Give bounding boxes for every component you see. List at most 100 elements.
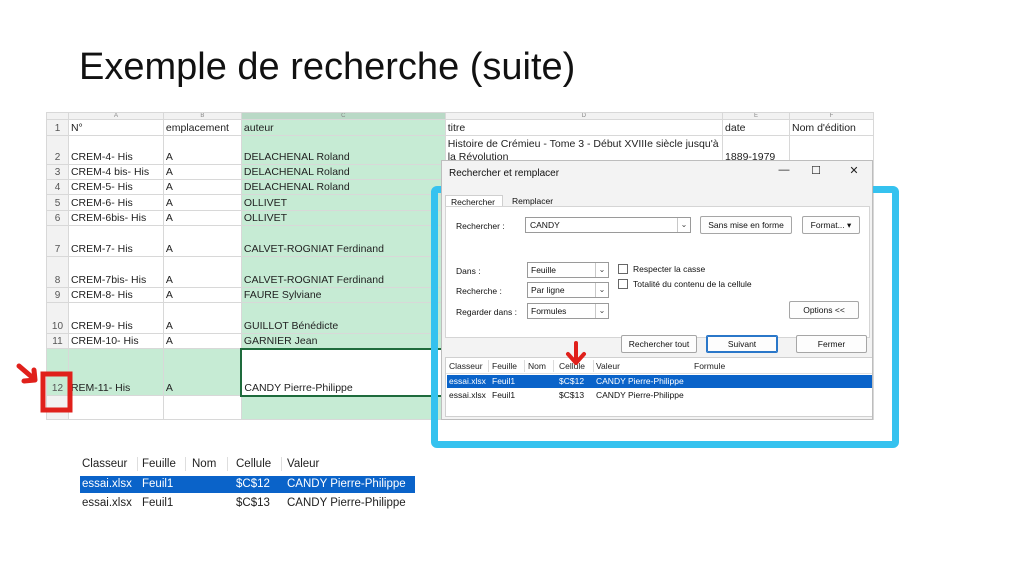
cell[interactable]: A [162,287,242,303]
close-button[interactable]: Fermer [796,335,867,353]
cell[interactable]: CREM-10- His [67,333,164,349]
cell[interactable]: A [162,348,242,396]
cell[interactable]: GARNIER Jean [240,333,446,349]
column-header-a[interactable]: A [67,112,164,120]
no-format-button[interactable]: Sans mise en forme [700,216,792,234]
cell[interactable]: CALVET-ROGNIAT Ferdinand [240,256,446,288]
cell[interactable]: CREM-6- His [67,194,164,211]
cell[interactable]: A [162,210,242,226]
cell[interactable]: titre [444,119,724,136]
row-header[interactable]: 10 [46,302,69,334]
cell[interactable]: A [162,333,242,349]
row-header[interactable]: 7 [46,225,69,257]
options-button[interactable]: Options << [789,301,859,319]
cell[interactable]: auteur [240,119,446,136]
within-select[interactable]: Feuille ⌄ [527,262,609,278]
cell[interactable]: A [162,302,242,334]
header-divider [524,360,525,372]
row-header[interactable]: 2 [46,135,69,165]
cell[interactable]: Nom d'édition [789,119,874,136]
cell[interactable]: DELACHENAL Roland [240,135,446,165]
maximize-icon[interactable]: ☐ [808,164,824,177]
cell[interactable]: CREM-4- His [67,135,164,165]
cell[interactable]: CREM-8- His [67,287,164,303]
column-header-d[interactable]: D [444,112,724,120]
header-divider [281,457,282,471]
corner-cell[interactable] [46,112,69,120]
cell[interactable]: A [162,179,242,195]
search-pane: Rechercher : CANDY ⌄ Sans mise en forme … [445,206,870,338]
zoom-header-cellule: Cellule [236,458,272,470]
cell[interactable]: A [162,256,242,288]
active-cell[interactable]: CANDY Pierre-Philippe [240,347,447,397]
cell[interactable]: CREM-5- His [67,179,164,195]
row-header[interactable]: 4 [46,179,69,195]
cell[interactable] [240,395,446,420]
cell[interactable]: REM-11- His [67,348,164,396]
list-item[interactable]: essai.xlsx Feuil1 $C$13 CANDY Pierre-Phi… [447,389,872,402]
row-header[interactable]: 5 [46,194,69,211]
cell[interactable]: CREM-7- His [67,225,164,257]
cell[interactable]: date [722,119,790,136]
row-header[interactable]: 11 [46,333,69,349]
cell[interactable]: CREM-7bis- His [67,256,164,288]
cell[interactable]: A [162,164,242,180]
entire-cell-checkbox[interactable] [618,279,628,289]
row-header[interactable]: 3 [46,164,69,180]
row-header[interactable]: 1 [46,119,69,136]
results-header-formule[interactable]: Formule [694,361,725,371]
column-header-b[interactable]: B [162,112,242,120]
zoom-feuille: Feuil1 [142,497,174,509]
list-item-selected[interactable]: essai.xlsx Feuil1 $C$12 CANDY Pierre-Phi… [447,375,872,388]
cell[interactable]: emplacement [162,119,242,136]
zoom-valeur: CANDY Pierre-Philippe [287,478,406,490]
cell[interactable]: DELACHENAL Roland [240,164,446,180]
cell[interactable]: OLLIVET [240,194,446,211]
row-header[interactable]: 8 [46,256,69,288]
within-select-value: Feuille [531,265,557,275]
cell[interactable]: CREM-9- His [67,302,164,334]
zoom-header-classeur: Classeur [82,458,128,470]
find-next-button[interactable]: Suivant [706,335,778,353]
search-by-select[interactable]: Par ligne ⌄ [527,282,609,298]
result-feuille: Feuil1 [492,376,516,386]
search-input-value: CANDY [530,220,560,230]
cell[interactable]: A [162,225,242,257]
row-header[interactable]: 6 [46,210,69,226]
column-header-c[interactable]: C [240,112,446,120]
cell[interactable]: DELACHENAL Roland [240,179,446,195]
cell[interactable]: A [162,135,242,165]
look-in-label: Regarder dans : [456,307,517,317]
search-by-select-value: Par ligne [531,285,565,295]
look-in-select[interactable]: Formules ⌄ [527,303,609,319]
find-all-button[interactable]: Rechercher tout [621,335,697,353]
row-header[interactable]: 9 [46,287,69,303]
chevron-down-icon: ⌄ [595,263,608,277]
cell[interactable]: FAURE Sylviane [240,287,446,303]
chevron-down-icon[interactable]: ⌄ [677,218,690,232]
cell[interactable]: N° [67,119,164,136]
results-header-nom[interactable]: Nom [528,361,546,371]
format-button-label: Format... [810,220,845,230]
cell[interactable] [162,395,242,420]
cell[interactable]: GUILLOT Bénédicte [240,302,446,334]
results-header-valeur[interactable]: Valeur [596,361,620,371]
results-header-classeur[interactable]: Classeur [449,361,483,371]
cell[interactable]: CALVET-ROGNIAT Ferdinand [240,225,446,257]
column-header-e[interactable]: E [722,112,790,120]
cell[interactable]: OLLIVET [240,210,446,226]
cell[interactable]: CREM-6bis- His [67,210,164,226]
cell[interactable]: CREM-4 bis- His [67,164,164,180]
close-icon[interactable]: ✕ [846,164,862,177]
find-replace-dialog: Rechercher et remplacer — ☐ ✕ Rechercher… [441,160,873,420]
zoom-row-selected: essai.xlsx Feuil1 $C$12 CANDY Pierre-Phi… [80,476,415,493]
results-header-feuille[interactable]: Feuille [492,361,517,371]
match-case-checkbox[interactable] [618,264,628,274]
format-button[interactable]: Format... ▾ [802,216,860,234]
result-cellule: $C$13 [559,390,585,400]
minimize-icon[interactable]: — [776,164,792,176]
cell[interactable] [67,395,164,420]
search-input[interactable]: CANDY ⌄ [525,217,691,233]
cell[interactable]: A [162,194,242,211]
column-header-f[interactable]: F [789,112,874,120]
